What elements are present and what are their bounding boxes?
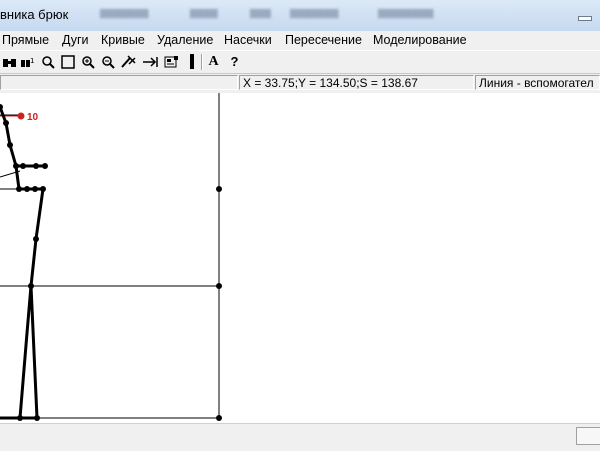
menu-bar: Прямые Дуги Кривые Удаление Насечки Пере…: [0, 31, 600, 49]
highlighted-point: [17, 112, 25, 120]
menu-item-intersection[interactable]: Пересечение: [285, 33, 362, 47]
toolbar: 1 A ?: [0, 50, 600, 74]
line-thickness-icon[interactable]: [183, 53, 200, 70]
toolbar-separator: [201, 54, 203, 70]
measure-icon[interactable]: [163, 53, 180, 70]
minimize-icon[interactable]: [578, 16, 592, 21]
bottom-bar: [0, 423, 600, 451]
arrow-to-line-icon[interactable]: [142, 53, 159, 70]
svg-text:1: 1: [30, 57, 34, 65]
blurred-taskbar-item: ▇▇▇▇▇▇▇▇: [378, 8, 434, 18]
point-label: 10: [27, 112, 39, 123]
mode-readout: Линия - вспомогател: [475, 75, 600, 90]
magnifier-icon[interactable]: [39, 53, 56, 70]
menu-item-lines[interactable]: Прямые: [2, 33, 49, 47]
zoom-out-icon[interactable]: [99, 53, 116, 70]
menu-item-arcs[interactable]: Дуги: [62, 33, 89, 47]
menu-item-delete[interactable]: Удаление: [157, 33, 213, 47]
blurred-taskbar-item: ▇▇▇▇: [190, 8, 218, 18]
status-row: X = 33.75;Y = 134.50;S = 138.67 Линия - …: [0, 74, 600, 92]
zoom-in-icon[interactable]: [79, 53, 96, 70]
help-icon[interactable]: ?: [226, 53, 243, 70]
blurred-taskbar-item: ▇▇▇▇▇▇▇: [290, 8, 339, 18]
blurred-taskbar-item: ▇▇▇▇▇▇▇: [100, 8, 149, 18]
blurred-taskbar-item: ▇▇▇: [250, 8, 271, 18]
menu-item-notches[interactable]: Насечки: [224, 33, 272, 47]
coordinates-readout: X = 33.75;Y = 134.50;S = 138.67: [239, 75, 474, 90]
title-bar: вника брюк ▇▇▇▇▇▇▇ ▇▇▇▇ ▇▇▇ ▇▇▇▇▇▇▇ ▇▇▇▇…: [0, 0, 600, 32]
menu-item-modeling[interactable]: Моделирование: [373, 33, 467, 47]
binoculars-icon[interactable]: [1, 53, 18, 70]
drawing-canvas[interactable]: 10: [0, 93, 600, 423]
pointer-cross-icon[interactable]: [120, 53, 137, 70]
binoculars-number-icon[interactable]: 1: [19, 53, 36, 70]
text-icon[interactable]: A: [205, 53, 222, 70]
status-cell-empty: [0, 75, 238, 90]
pattern-outline: [0, 106, 45, 420]
rectangle-select-icon[interactable]: [59, 53, 76, 70]
bottom-status-field: [576, 427, 600, 445]
pattern-drawing: 10: [0, 93, 222, 421]
menu-item-curves[interactable]: Кривые: [101, 33, 145, 47]
window-title: вника брюк: [0, 7, 69, 22]
